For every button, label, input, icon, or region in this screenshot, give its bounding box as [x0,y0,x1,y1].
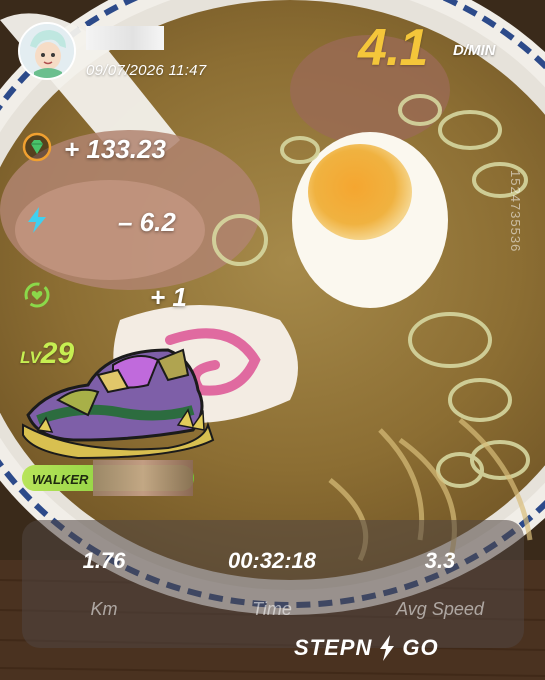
gem-earnings-value: + 133.23 [64,134,166,164]
distance-label: Km [90,599,118,619]
avg-speed-label: Avg Speed [396,599,484,619]
level-prefix: LV [20,348,41,367]
avatar[interactable] [18,22,76,80]
brand-left-text: STEPN [294,635,373,660]
watermark-id: 1524735536 [508,170,523,253]
avg-speed-value: 3.3 [424,548,456,573]
username-redacted [86,26,164,50]
energy-bolt-icon [22,205,52,235]
pace-value: 4.1 [358,19,428,77]
pace-unit: D/MIN [453,42,496,59]
level-number: 29 [40,337,75,370]
heart-recycle-icon [22,280,52,310]
time-label: Time [252,599,292,619]
durability-value: + 1 [150,282,187,312]
time-value: 00:32:18 [227,548,317,573]
brand-bolt-icon [380,635,395,661]
stats-panel [22,520,524,648]
gem-icon [22,132,52,162]
energy-value: – 6.2 [118,207,176,237]
distance-value: 1.76 [82,548,126,573]
activity-datetime: 09/07/2026 11:47 [86,62,207,79]
sneaker-type-label: WALKER [32,472,89,487]
stepn-go-logo: STEPN GO [294,634,439,662]
brand-right-text: GO [402,635,439,660]
sneaker-level: LV29 [20,337,74,371]
sneaker-id-redacted [93,460,193,496]
